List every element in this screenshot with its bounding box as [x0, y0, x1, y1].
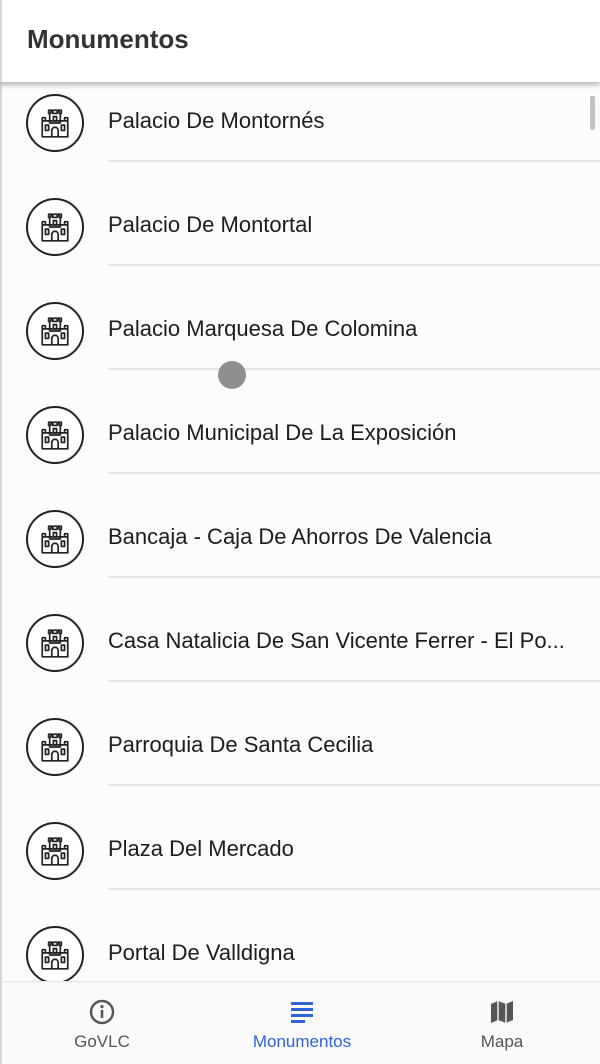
divider	[108, 888, 600, 890]
monument-name: Palacio Municipal De La Exposición	[108, 420, 457, 445]
divider	[108, 368, 600, 370]
monument-name: Palacio De Montornés	[108, 108, 325, 133]
list-item[interactable]: Palacio Marquesa De Colomina	[2, 290, 600, 394]
list-item[interactable]: Portal De Valldigna	[2, 914, 600, 981]
list-item[interactable]: Palacio Municipal De La Exposición	[2, 394, 600, 498]
monument-avatar	[26, 718, 84, 776]
list-icon	[291, 1002, 313, 1023]
monument-avatar	[26, 302, 84, 360]
monument-name: Portal De Valldigna	[108, 940, 295, 965]
list-item[interactable]: Plaza Del Mercado	[2, 810, 600, 914]
monument-avatar	[26, 822, 84, 880]
tab-label: Mapa	[480, 1032, 524, 1051]
castle-icon	[41, 837, 69, 866]
tab-label: Monumentos	[252, 1032, 352, 1051]
castle-icon	[41, 109, 69, 138]
monument-avatar	[26, 510, 84, 568]
tab-label: GoVLC	[74, 1032, 130, 1051]
page-title: Monumentos	[27, 24, 189, 54]
tab-govlc[interactable]: GoVLC	[2, 982, 202, 1064]
monument-name: Palacio Marquesa De Colomina	[108, 316, 418, 341]
touch-indicator	[218, 361, 246, 389]
divider	[108, 160, 600, 162]
list-item[interactable]: Parroquia De Santa Cecilia	[2, 706, 600, 810]
monument-avatar	[26, 94, 84, 152]
castle-icon	[41, 213, 69, 242]
monument-list[interactable]: Palacio De Montornés Palacio De Montorta…	[0, 82, 600, 981]
castle-icon	[41, 629, 69, 658]
monument-name: Bancaja - Caja De Ahorros De Valencia	[108, 524, 492, 549]
divider	[108, 576, 600, 578]
monument-name: Parroquia De Santa Cecilia	[108, 732, 374, 757]
scrollbar[interactable]	[590, 96, 595, 130]
monument-avatar	[26, 198, 84, 256]
divider	[108, 784, 600, 786]
bottom-navigation: GoVLC Monumentos Mapa	[0, 981, 600, 1064]
divider	[108, 472, 600, 474]
map-icon	[491, 1001, 513, 1023]
castle-icon	[41, 733, 69, 762]
monument-name: Plaza Del Mercado	[108, 836, 294, 861]
monument-name: Casa Natalicia De San Vicente Ferrer - E…	[108, 628, 565, 653]
castle-icon	[41, 525, 69, 554]
tab-monumentos[interactable]: Monumentos	[202, 982, 402, 1064]
list-item[interactable]: Palacio De Montortal	[2, 186, 600, 290]
castle-icon	[41, 941, 69, 970]
list-item[interactable]: Bancaja - Caja De Ahorros De Valencia	[2, 498, 600, 602]
app-bar: Monumentos	[0, 0, 600, 82]
list-item[interactable]: Palacio De Montornés	[2, 82, 600, 186]
monument-name: Palacio De Montortal	[108, 212, 313, 237]
monument-avatar	[26, 614, 84, 672]
divider	[108, 680, 600, 682]
monument-avatar	[26, 926, 84, 981]
info-icon	[89, 999, 115, 1025]
castle-icon	[41, 421, 69, 450]
castle-icon	[41, 317, 69, 346]
tab-mapa[interactable]: Mapa	[402, 982, 600, 1064]
list-item[interactable]: Casa Natalicia De San Vicente Ferrer - E…	[2, 602, 600, 706]
divider	[108, 264, 600, 266]
monument-avatar	[26, 406, 84, 464]
